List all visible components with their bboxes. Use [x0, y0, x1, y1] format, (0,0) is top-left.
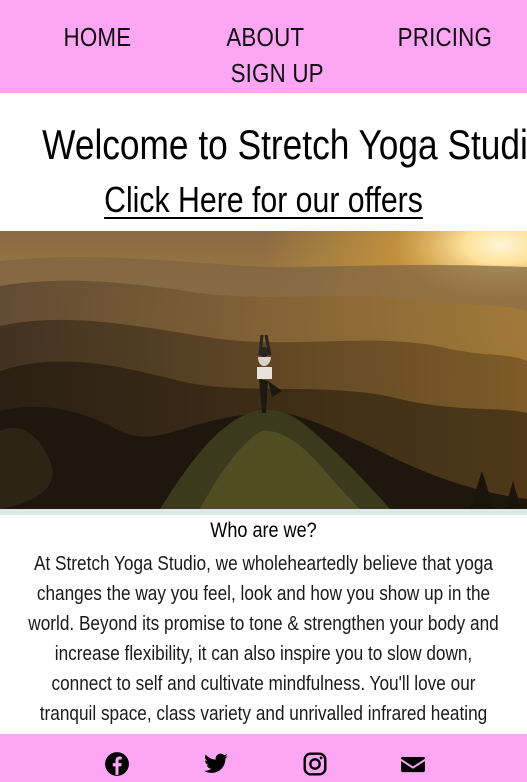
mountain-sunset-illustration [0, 231, 527, 509]
hero-yoga-image [0, 231, 527, 509]
page-title: Welcome to Stretch Yoga Studio [42, 121, 527, 168]
facebook-icon[interactable] [104, 751, 130, 777]
social-footer [0, 734, 527, 782]
twitter-icon[interactable] [203, 751, 229, 777]
nav-about-link[interactable]: ABOUT [226, 22, 304, 53]
offers-link[interactable]: Click Here for our offers [42, 179, 485, 221]
about-body: At Stretch Yoga Studio, we wholeheartedl… [28, 553, 499, 734]
about-heading: Who are we? [210, 519, 317, 542]
nav-home-link[interactable]: HOME [64, 22, 132, 53]
nav-signup-link[interactable]: SIGN UP [231, 58, 324, 89]
nav-pricing-link[interactable]: PRICING [398, 22, 492, 53]
instagram-icon[interactable] [302, 751, 328, 777]
top-navigation: HOME ABOUT PRICING SIGN UP [0, 0, 527, 93]
hero-section: Welcome to Stretch Yoga Studio Click Her… [0, 93, 527, 231]
envelope-icon[interactable] [400, 751, 426, 777]
about-section: Who are we? At Stretch Yoga Studio, we w… [0, 515, 527, 734]
